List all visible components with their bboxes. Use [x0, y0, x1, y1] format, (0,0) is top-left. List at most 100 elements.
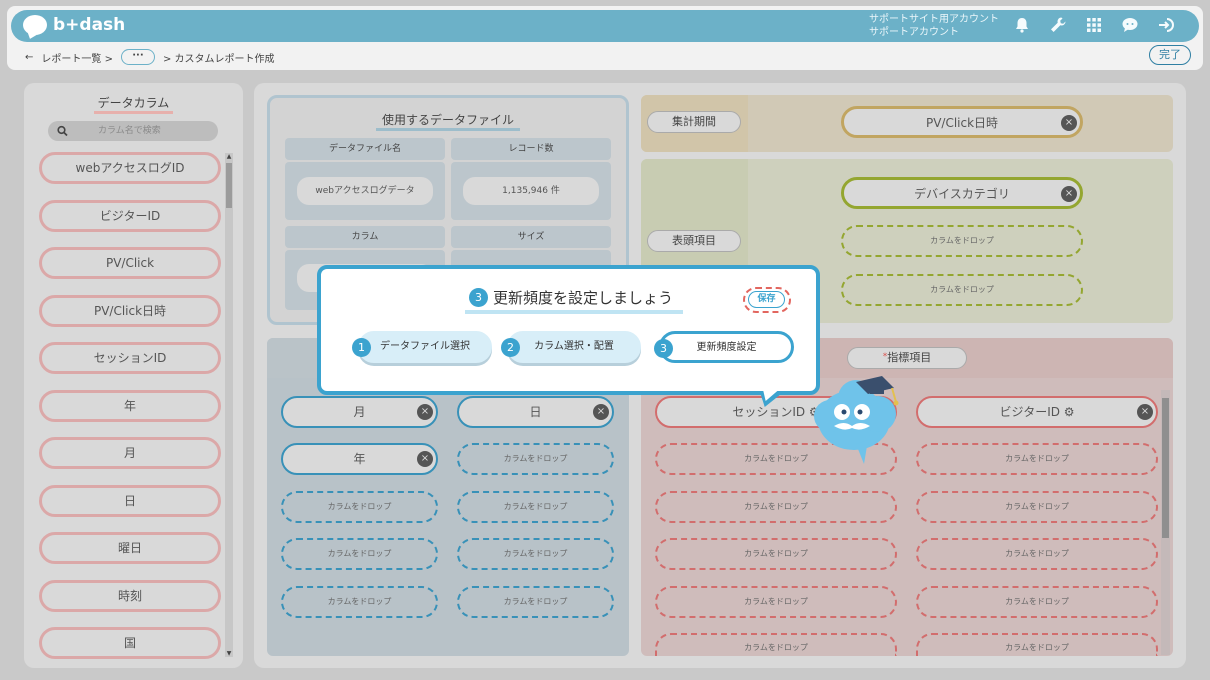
- breadcrumb-ellipsis-button[interactable]: ···: [120, 49, 155, 65]
- breadcrumb-current: > カスタムレポート作成: [162, 53, 275, 65]
- side-drop-zone[interactable]: カラムをドロップ: [281, 538, 438, 570]
- tutorial-dialog: 3 更新頻度を設定しましょう 保存 1 データファイル選択 2 カラム選択・配置…: [317, 265, 820, 395]
- header-drop-zone[interactable]: カラムをドロップ: [841, 274, 1083, 306]
- column-list: webアクセスログID ビジターID PV/Click PV/Click日時 セ…: [39, 152, 221, 675]
- step-label: データファイル選択: [380, 341, 470, 352]
- header-drop-zone[interactable]: カラムをドロップ: [841, 225, 1083, 257]
- column-item[interactable]: 国: [39, 627, 221, 659]
- column-item[interactable]: ビジターID: [39, 199, 221, 232]
- datafile-title: 使用するデータファイル: [270, 111, 626, 131]
- metric-drop-zone[interactable]: カラムをドロップ: [655, 538, 897, 570]
- period-label: 集計期間: [647, 111, 741, 133]
- close-icon[interactable]: ×: [1137, 404, 1153, 420]
- sidebar-scrollbar[interactable]: ▲ ▼: [225, 153, 233, 657]
- step-badge: 3: [654, 339, 673, 358]
- header-item-chip-label: デバイスカテゴリ: [914, 187, 1010, 201]
- close-icon[interactable]: ×: [1061, 186, 1077, 202]
- step-update-frequency[interactable]: 3 更新頻度設定: [654, 331, 794, 363]
- period-chip-label: PV/Click日時: [925, 116, 999, 130]
- step-label: カラム選択・配置: [534, 341, 614, 352]
- period-chip[interactable]: PV/Click日時 ×: [841, 106, 1083, 138]
- side-drop-zone[interactable]: カラムをドロップ: [457, 586, 614, 618]
- metric-drop-zone[interactable]: カラムをドロップ: [655, 586, 897, 618]
- side-drop-zone[interactable]: カラムをドロップ: [281, 586, 438, 618]
- record-count-value: 1,135,946 件: [463, 177, 599, 205]
- account-line-1: サポートサイト用アカウント: [869, 14, 999, 25]
- search-icon: [57, 121, 68, 148]
- metric-chip-session-label: セッションID: [732, 405, 806, 419]
- account-info[interactable]: サポートサイト用アカウント サポートアカウント: [869, 13, 999, 39]
- side-drop-zone[interactable]: カラムをドロップ: [457, 491, 614, 523]
- metric-chip-visitor-label: ビジターID: [999, 405, 1060, 419]
- scrollbar-thumb[interactable]: [1162, 398, 1169, 538]
- gear-icon[interactable]: ⚙: [1060, 405, 1075, 419]
- breadcrumb-report-list[interactable]: レポート一覧 >: [41, 50, 113, 65]
- breadcrumb: ← レポート一覧 > ··· > カスタムレポート作成: [25, 49, 275, 65]
- search-placeholder: カラム名で検索: [98, 126, 161, 136]
- logo[interactable]: b+dash: [23, 15, 125, 35]
- data-column-sidebar: データカラム カラム名で検索 webアクセスログID ビジターID PV/Cli…: [24, 83, 243, 668]
- column-item[interactable]: 月: [39, 437, 221, 469]
- side-drop-zone[interactable]: カラムをドロップ: [457, 443, 614, 475]
- save-button-highlight[interactable]: 保存: [743, 287, 791, 313]
- close-icon[interactable]: ×: [417, 451, 433, 467]
- top-icons: [1013, 16, 1175, 34]
- logout-icon[interactable]: [1157, 16, 1175, 34]
- side-chip-year[interactable]: 年 ×: [281, 443, 438, 475]
- column-item[interactable]: PV/Click日時: [39, 294, 221, 327]
- datafile-title-text: 使用するデータファイル: [375, 113, 520, 131]
- column-item[interactable]: 曜日: [39, 532, 221, 564]
- metric-drop-zone[interactable]: カラムをドロップ: [916, 586, 1158, 618]
- metric-drop-zone[interactable]: カラムをドロップ: [916, 538, 1158, 570]
- side-chip-day[interactable]: 日 ×: [457, 396, 614, 428]
- top-bar: b+dash サポートサイト用アカウント サポートアカウント: [11, 10, 1199, 42]
- file-name-cell: webアクセスログデータ: [285, 162, 445, 220]
- scrollbar-thumb[interactable]: [226, 163, 232, 208]
- close-icon[interactable]: ×: [593, 404, 609, 420]
- metric-drop-zone[interactable]: カラムをドロップ: [916, 491, 1158, 523]
- metric-drop-zone[interactable]: カラムをドロップ: [916, 443, 1158, 475]
- metric-drop-zone[interactable]: カラムをドロップ: [655, 491, 897, 523]
- header-item-chip[interactable]: デバイスカテゴリ ×: [841, 177, 1083, 209]
- metric-drop-zone[interactable]: カラムをドロップ: [655, 633, 897, 656]
- save-button[interactable]: 保存: [748, 291, 785, 308]
- column-item[interactable]: 年: [39, 389, 221, 422]
- col-column-header: カラム: [285, 226, 445, 248]
- side-drop-zone[interactable]: カラムをドロップ: [281, 491, 438, 523]
- period-section: 集計期間 PV/Click日時 ×: [641, 95, 1173, 152]
- close-icon[interactable]: ×: [417, 404, 433, 420]
- step-badge: 2: [501, 338, 520, 357]
- column-item[interactable]: セッションID: [39, 342, 221, 374]
- column-item[interactable]: 時刻: [39, 579, 221, 612]
- back-arrow-icon[interactable]: ←: [25, 52, 33, 63]
- done-button[interactable]: 完了: [1149, 45, 1191, 65]
- logo-bubble-icon: [23, 15, 47, 35]
- step-column-select[interactable]: 2 カラム選択・配置: [501, 331, 641, 363]
- chip-month-label: 月: [353, 405, 366, 419]
- grid-icon[interactable]: [1085, 16, 1103, 34]
- scroll-down-icon[interactable]: ▼: [225, 650, 233, 657]
- step-badge: 1: [352, 338, 371, 357]
- column-item[interactable]: 日: [39, 484, 221, 517]
- metrics-label: *指標項目: [847, 347, 967, 369]
- chip-year-label: 年: [353, 452, 366, 466]
- col-record-count-header: レコード数: [451, 138, 611, 160]
- dialog-title-text: 更新頻度を設定しましょう: [493, 289, 674, 307]
- step-datafile-select[interactable]: 1 データファイル選択: [352, 331, 492, 363]
- close-icon[interactable]: ×: [1061, 115, 1077, 131]
- chat-icon[interactable]: [1121, 16, 1139, 34]
- side-drop-zone[interactable]: カラムをドロップ: [457, 538, 614, 570]
- account-line-2: サポートアカウント: [869, 27, 959, 38]
- wrench-icon[interactable]: [1049, 16, 1067, 34]
- column-item[interactable]: PV/Click: [39, 247, 221, 279]
- col-size-header: サイズ: [451, 226, 611, 248]
- column-search-input[interactable]: カラム名で検索: [48, 121, 218, 141]
- scroll-up-icon[interactable]: ▲: [225, 153, 233, 160]
- column-item[interactable]: webアクセスログID: [39, 152, 221, 184]
- bell-icon[interactable]: [1013, 16, 1031, 34]
- metric-chip-visitor[interactable]: ビジターID ⚙ ×: [916, 396, 1158, 428]
- side-chip-month[interactable]: 月 ×: [281, 396, 438, 428]
- mascot-cloud-icon: [812, 374, 904, 466]
- metrics-scrollbar[interactable]: [1161, 390, 1170, 655]
- metric-drop-zone[interactable]: カラムをドロップ: [916, 633, 1158, 656]
